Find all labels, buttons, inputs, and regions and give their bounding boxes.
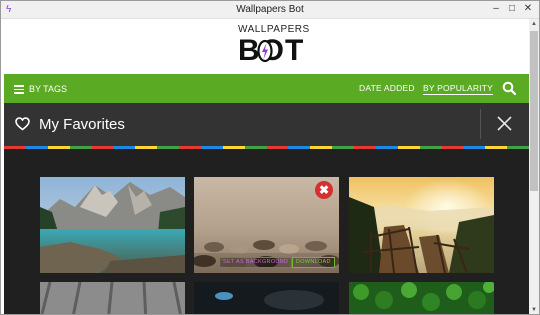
- scroll-down-icon[interactable]: ▼: [530, 306, 538, 314]
- wallpaper-tile[interactable]: [40, 177, 185, 273]
- logo[interactable]: WALLPAPERS BOT: [238, 24, 309, 70]
- close-window-button[interactable]: ✕: [521, 1, 535, 17]
- wallpaper-image: [40, 177, 185, 273]
- wallpaper-tile[interactable]: [349, 177, 494, 273]
- vertical-scrollbar[interactable]: ▲ ▼: [529, 19, 539, 314]
- divider: [480, 109, 481, 139]
- by-tags-label: BY TAGS: [29, 84, 68, 94]
- date-added-tab[interactable]: DATE ADDED: [359, 83, 415, 93]
- wallpaper-tile[interactable]: [40, 282, 185, 314]
- scroll-up-icon[interactable]: ▲: [530, 20, 538, 28]
- title-bar[interactable]: ϟ Wallpapers Bot – □ ✕: [1, 1, 539, 19]
- wallpaper-tile[interactable]: [194, 282, 339, 314]
- by-popularity-tab[interactable]: BY POPULARITY: [423, 83, 493, 95]
- set-as-background-button[interactable]: SET AS BACKGROUND: [219, 257, 293, 268]
- heart-icon: [15, 117, 30, 131]
- scroll-thumb[interactable]: [530, 31, 538, 191]
- wallpaper-image: [349, 177, 494, 273]
- wallpaper-image: [194, 282, 339, 314]
- sort-nav-bar: BY TAGS DATE ADDED BY POPULARITY: [4, 74, 529, 103]
- favorites-grid: ✖ SET AS BACKGROUND DOWNLOAD: [4, 149, 529, 314]
- download-button[interactable]: DOWNLOAD: [292, 257, 335, 268]
- favorites-header: My Favorites: [4, 103, 529, 146]
- remove-favorite-button[interactable]: ✖: [315, 181, 333, 199]
- wallpaper-image: [349, 282, 494, 314]
- close-icon[interactable]: [496, 115, 513, 132]
- page-title: My Favorites: [39, 116, 125, 133]
- search-icon[interactable]: [502, 81, 516, 95]
- menu-icon: [14, 85, 24, 94]
- header: WALLPAPERS BOT: [1, 19, 529, 74]
- by-tags-button[interactable]: BY TAGS: [14, 82, 67, 96]
- wallpaper-image: [40, 282, 185, 314]
- bolt-icon: [257, 39, 273, 63]
- window-title: Wallpapers Bot: [236, 4, 304, 15]
- app-window: ϟ Wallpapers Bot – □ ✕ WALLPAPERS BOT ▲ …: [0, 0, 540, 315]
- wallpaper-tile[interactable]: ✖ SET AS BACKGROUND DOWNLOAD: [194, 177, 339, 273]
- maximize-button[interactable]: □: [505, 1, 519, 17]
- wallpaper-tile[interactable]: [349, 282, 494, 314]
- minimize-button[interactable]: –: [489, 1, 503, 17]
